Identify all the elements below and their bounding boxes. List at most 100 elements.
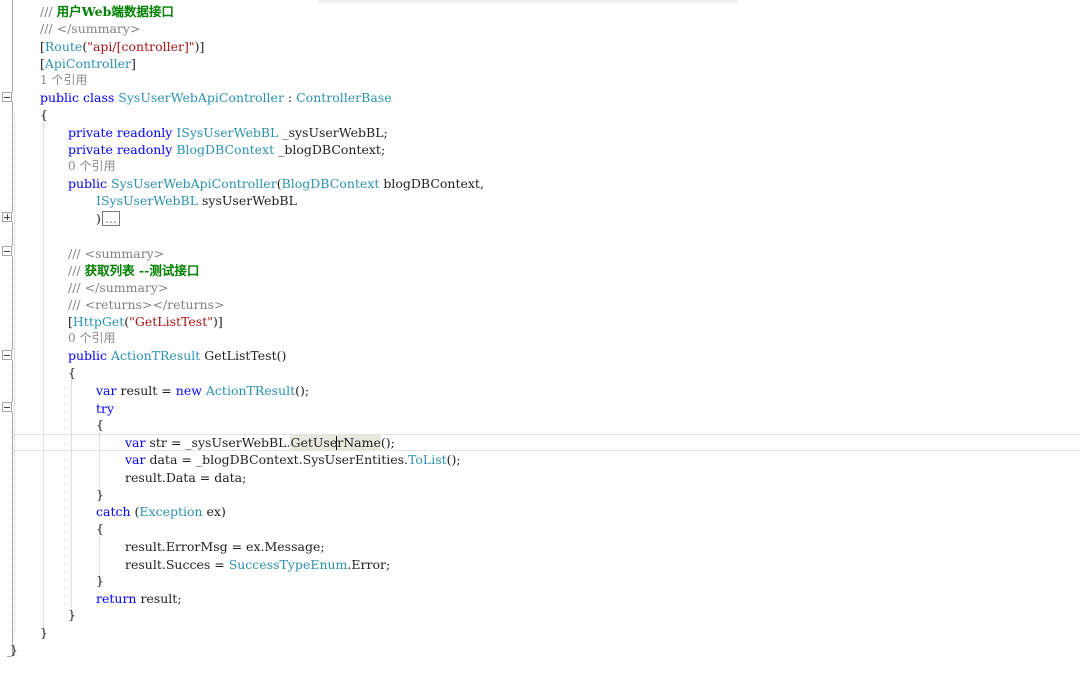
code-token: /// <summary> — [68, 246, 165, 261]
code-line-constructor-parameter[interactable]: ISysUserWebBL sysUserWebBL — [96, 192, 297, 209]
code-token: : — [283, 90, 297, 105]
code-token: )] — [194, 39, 205, 54]
code-line-method-declaration[interactable]: public ActionTResult GetListTest() — [68, 347, 286, 364]
code-token: SysUserWebApiController — [118, 90, 284, 105]
code-token: ) — [96, 211, 101, 226]
code-token: ex) — [202, 504, 226, 519]
code-token: public — [68, 176, 112, 191]
code-token: /// — [68, 263, 85, 278]
code-token: data = _blogDBContext.SysUserEntities. — [145, 452, 409, 467]
code-line-class-declaration[interactable]: public class SysUserWebApiController : C… — [40, 89, 392, 106]
code-token: Exception — [139, 504, 203, 519]
code-token: Route — [44, 39, 83, 54]
code-token: try — [96, 401, 115, 416]
code-token: catch — [96, 504, 131, 519]
code-line-var-result[interactable]: var result = new ActionTResult(); — [96, 382, 309, 399]
code-token: } — [68, 607, 76, 622]
code-token: } — [40, 625, 48, 640]
code-token: 0 个引用 — [68, 159, 116, 173]
code-line-httpget-attribute[interactable]: [HttpGet("GetListTest")] — [68, 313, 223, 330]
code-token: (); — [295, 383, 310, 398]
collapsed-region-indicator[interactable]: ... — [101, 211, 120, 226]
code-token: result; — [136, 591, 182, 606]
code-token: ] — [130, 56, 136, 71]
code-line-assign-data[interactable]: result.Data = data; — [125, 469, 246, 486]
code-token: ActionTResult — [205, 383, 296, 398]
code-line-try[interactable]: try — [96, 400, 114, 417]
code-token: var — [96, 383, 117, 398]
code-token: ISysUserWebBL — [96, 193, 199, 208]
code-line-class-close-brace[interactable]: } — [40, 624, 48, 641]
code-line-method-open-brace[interactable]: { — [68, 364, 76, 381]
code-token: HttpGet — [72, 314, 125, 329]
code-line-try-open-brace[interactable]: { — [96, 416, 104, 433]
code-line-field-blogdbcontext[interactable]: private readonly BlogDBContext _blogDBCo… — [68, 141, 385, 158]
code-token: ActionTResult — [111, 348, 201, 363]
code-token: { — [68, 365, 76, 380]
code-token: result.Data = data; — [125, 470, 247, 485]
code-token: ApiController — [44, 56, 131, 71]
code-token: (); — [380, 435, 395, 450]
code-line-assign-errormsg[interactable]: result.ErrorMsg = ex.Message; — [125, 538, 325, 555]
code-line-method-close-brace[interactable]: } — [68, 606, 76, 623]
code-token: ToList — [408, 452, 447, 467]
code-line-catch-close-brace[interactable]: } — [96, 572, 104, 589]
code-line-doc-summary-end[interactable]: /// </summary> — [68, 279, 168, 296]
code-line-route-attribute[interactable]: [Route("api/[controller]")] — [40, 38, 204, 55]
code-token: public class — [40, 90, 119, 105]
code-token: { — [40, 107, 48, 122]
code-token: } — [96, 487, 104, 502]
code-token: private readonly — [68, 125, 177, 140]
code-token: 0 个引用 — [68, 331, 116, 345]
code-line-summary-text[interactable]: /// 用户Web端数据接口 — [40, 3, 174, 20]
code-token: str = _sysUserWebBL. — [145, 435, 291, 450]
code-line-constructor-collapsed[interactable]: )... — [96, 210, 120, 227]
code-token: /// </summary> — [40, 21, 141, 36]
code-line-catch[interactable]: catch (Exception ex) — [96, 503, 226, 520]
code-token: { — [96, 417, 104, 432]
code-line-doc-summary-start[interactable]: /// <summary> — [68, 245, 164, 262]
code-token: 用户Web端数据接口 — [56, 4, 174, 19]
code-token: (); — [446, 452, 461, 467]
code-token: sysUserWebBL — [198, 193, 297, 208]
code-line-doc-summary-text[interactable]: /// 获取列表 --测试接口 — [68, 262, 199, 279]
code-token: 获取列表 --测试接口 — [84, 263, 200, 278]
code-line-catch-open-brace[interactable]: { — [96, 520, 104, 537]
code-line-var-str[interactable]: var str = _sysUserWebBL.GetUserName(); — [125, 434, 395, 451]
code-line-apicontroller-attribute[interactable]: [ApiController] — [40, 55, 136, 72]
codelens-class-references[interactable]: 1 个引用 — [40, 71, 87, 88]
code-line-doc-returns[interactable]: /// <returns></returns> — [68, 296, 225, 313]
code-token: private readonly — [68, 142, 177, 157]
code-token: .Error; — [347, 557, 391, 572]
code-line-return[interactable]: return result; — [96, 590, 182, 607]
code-token: { — [96, 521, 104, 536]
code-token: result = — [116, 383, 176, 398]
code-token: ControllerBase — [296, 90, 392, 105]
code-line-try-close-brace[interactable]: } — [96, 486, 104, 503]
code-line-var-data[interactable]: var data = _blogDBContext.SysUserEntitie… — [125, 451, 461, 468]
code-token: /// <returns></returns> — [68, 297, 225, 312]
code-editor[interactable]: /// 用户Web端数据接口 /// </summary> [Route("ap… — [0, 0, 1080, 696]
code-token: } — [10, 642, 18, 657]
code-token: BlogDBContext — [281, 176, 380, 191]
code-lines[interactable]: /// 用户Web端数据接口 /// </summary> [Route("ap… — [0, 0, 1080, 696]
code-line-assign-succes[interactable]: result.Succes = SuccessTypeEnum.Error; — [125, 556, 390, 573]
codelens-method-references[interactable]: 0 个引用 — [68, 329, 115, 346]
code-token: /// </summary> — [68, 280, 169, 295]
code-token: 1 个引用 — [40, 73, 88, 87]
code-token: return — [96, 591, 137, 606]
code-token: public — [68, 348, 112, 363]
code-line-namespace-close-brace[interactable]: } — [10, 641, 18, 658]
code-token: SysUserWebApiController — [111, 176, 277, 191]
code-token: GetListTest() — [200, 348, 287, 363]
code-token: "api/[controller]" — [87, 39, 195, 54]
code-line-field-syguserwebbl[interactable]: private readonly ISysUserWebBL _sysUserW… — [68, 124, 388, 141]
code-token: new — [175, 383, 206, 398]
text-caret — [336, 436, 337, 450]
code-token: _blogDBContext; — [274, 142, 386, 157]
codelens-constructor-references[interactable]: 0 个引用 — [68, 157, 115, 174]
code-line-summary-end[interactable]: /// </summary> — [40, 20, 140, 37]
code-token: result.Succes = — [125, 557, 229, 572]
code-line-class-open-brace[interactable]: { — [40, 106, 48, 123]
code-line-constructor-declaration[interactable]: public SysUserWebApiController(BlogDBCon… — [68, 175, 484, 192]
